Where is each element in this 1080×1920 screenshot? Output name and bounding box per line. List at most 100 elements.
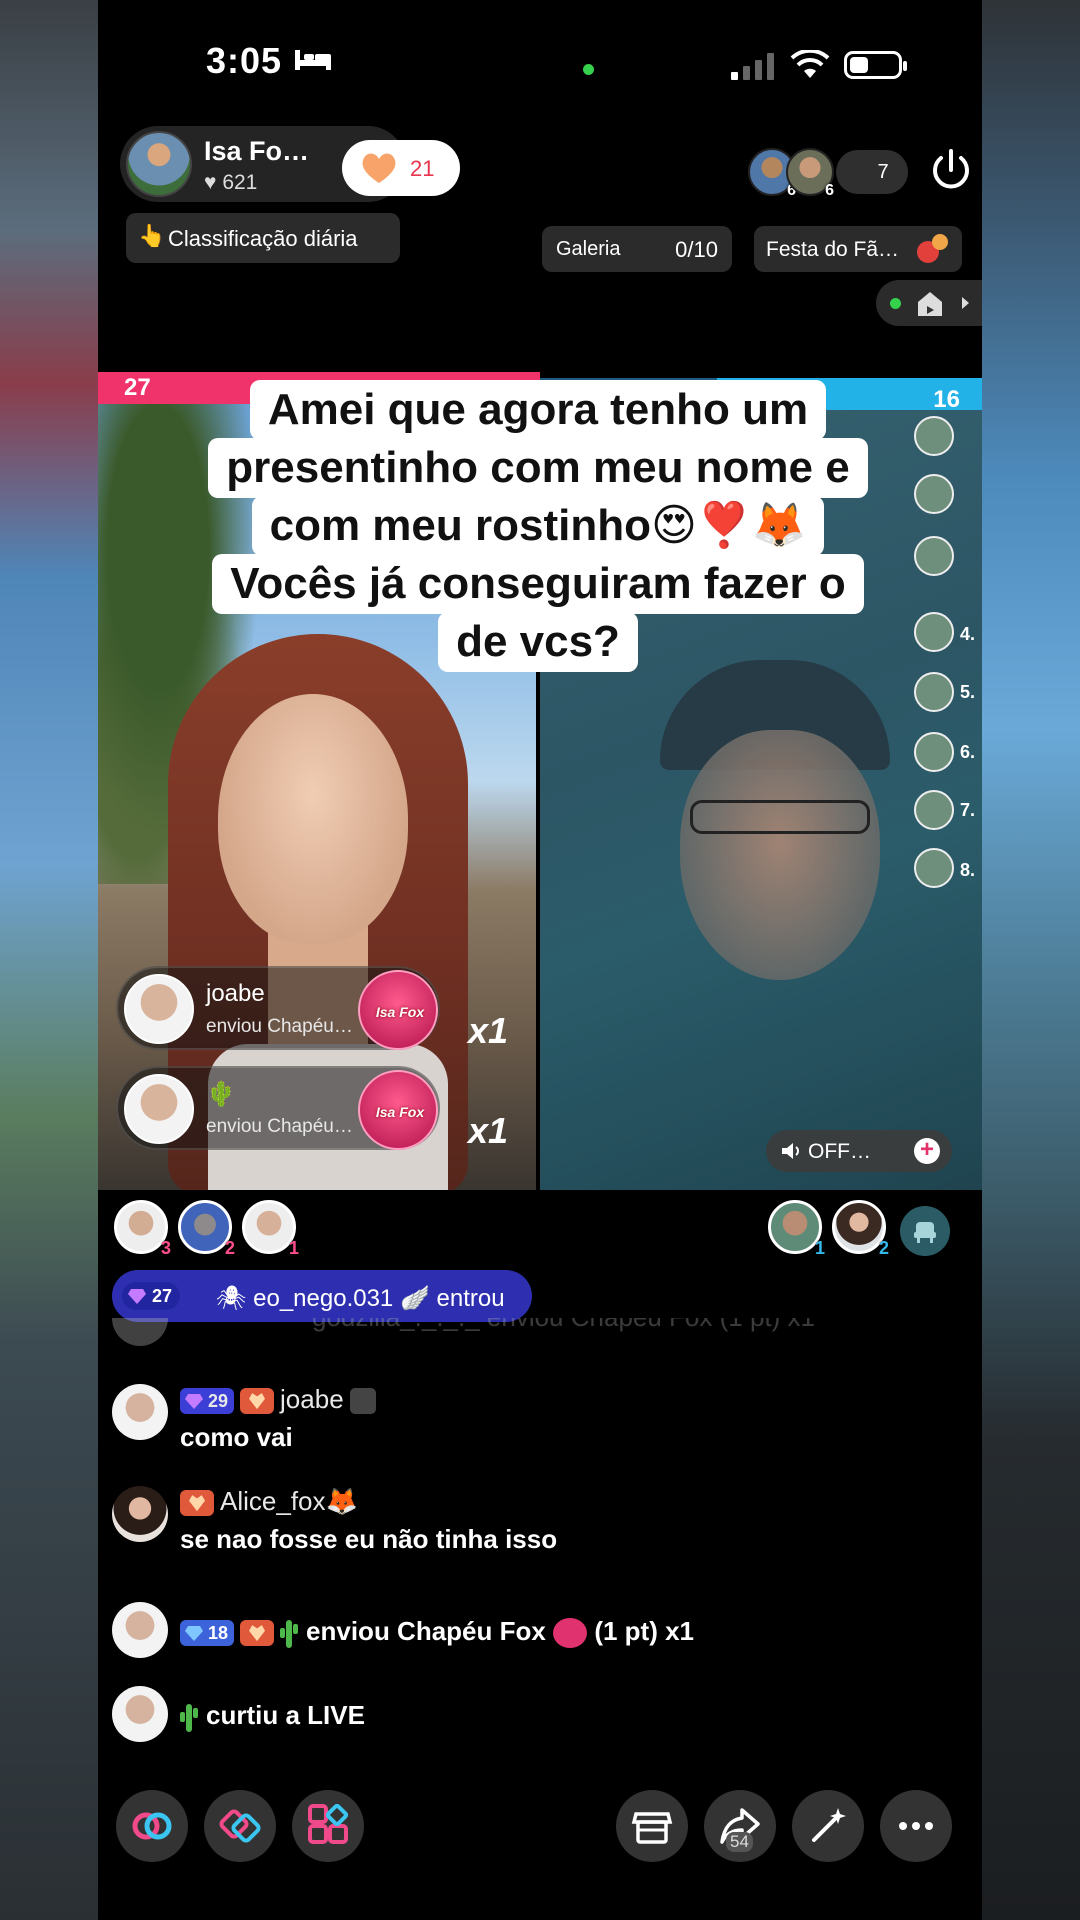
gallery-button[interactable]: Galeria 0/10 bbox=[542, 226, 732, 272]
gallery-label: Galeria bbox=[556, 238, 621, 260]
battle-button[interactable] bbox=[204, 1790, 276, 1862]
link-guest-button[interactable] bbox=[116, 1790, 188, 1862]
power-end-icon[interactable] bbox=[929, 148, 973, 194]
level-value: 29 bbox=[208, 1391, 229, 1412]
level-badge: 27 bbox=[122, 1282, 181, 1310]
chat-username[interactable]: Alice_fox🦊 bbox=[220, 1486, 358, 1516]
caption-line: Vocês já conseguiram fazer o bbox=[212, 554, 864, 614]
top-gifter-avatar[interactable]: 3 bbox=[114, 1200, 171, 1258]
rank-avatar[interactable] bbox=[914, 612, 954, 652]
gifter-name: 🌵 bbox=[206, 1081, 236, 1108]
rank-avatar[interactable] bbox=[914, 536, 954, 576]
gifter-rank: 3 bbox=[160, 1238, 171, 1258]
battery-icon bbox=[844, 51, 907, 79]
home-icon bbox=[918, 292, 942, 316]
chat-message[interactable]: 18 enviou Chapéu Fox (1 pt) x1 bbox=[112, 1602, 972, 1658]
heart-icon bbox=[362, 153, 396, 183]
more-options-button[interactable] bbox=[880, 1790, 952, 1862]
gift-notification[interactable]: joabe enviou Chapéu… Isa Fox bbox=[116, 966, 440, 1050]
daily-ranking-label: Classificação diária bbox=[168, 226, 358, 251]
gift-notification[interactable]: 🌵 enviou Chapéu… Isa Fox bbox=[116, 1066, 440, 1150]
chat-username[interactable]: joabe bbox=[280, 1384, 344, 1414]
shop-button[interactable] bbox=[616, 1790, 688, 1862]
link-icon bbox=[132, 1812, 172, 1840]
mini-controls[interactable] bbox=[876, 280, 982, 326]
fan-club-badge bbox=[180, 1490, 214, 1517]
rank-avatar[interactable] bbox=[914, 416, 954, 456]
level-value: 27 bbox=[152, 1286, 173, 1306]
top-gifter-avatar[interactable]: 1 bbox=[242, 1200, 299, 1258]
host-likes: ♥ 621 bbox=[204, 171, 258, 194]
rank-avatar[interactable] bbox=[914, 848, 954, 888]
opponent-gifter-avatar[interactable]: 2 bbox=[832, 1200, 889, 1258]
rank-avatar[interactable] bbox=[914, 732, 954, 772]
level-badge: 18 bbox=[180, 1620, 235, 1647]
gift-image-label: Isa Fox bbox=[375, 1004, 425, 1020]
chat-text: se nao fosse eu não tinha isso bbox=[180, 1524, 558, 1554]
cactus-icon bbox=[280, 1620, 299, 1649]
chat-text: curtiu a LIVE bbox=[206, 1700, 365, 1730]
rank-number: 6. bbox=[960, 742, 976, 762]
viewer-avatar[interactable]: 6 bbox=[786, 148, 834, 199]
rank-avatar[interactable] bbox=[914, 474, 954, 514]
viewer-list[interactable]: 6 6 7 bbox=[748, 146, 908, 199]
gifter-avatar[interactable] bbox=[124, 974, 194, 1044]
status-bar: 3:05 bbox=[98, 0, 982, 110]
more-features-button[interactable] bbox=[292, 1790, 364, 1862]
live-stream-screen: 3:05 Isa Fo… ♥ 621 21 👆 Classificação di… bbox=[98, 0, 982, 1920]
top-gifter-avatar[interactable]: 2 bbox=[178, 1200, 235, 1258]
chat-avatar[interactable] bbox=[112, 1486, 168, 1542]
cellular-signal-icon bbox=[731, 53, 774, 80]
moderator-icon bbox=[349, 1388, 376, 1415]
like-button-count: 21 bbox=[410, 156, 435, 181]
chat-message-faded: godzilla_._._._ enviou Chapéu Fox (1 pt)… bbox=[112, 1318, 912, 1358]
empty-seat[interactable] bbox=[900, 1206, 950, 1256]
chat-avatar[interactable] bbox=[112, 1686, 168, 1742]
daily-ranking-button[interactable]: 👆 Classificação diária bbox=[126, 213, 400, 263]
chat-header: 18 enviou Chapéu Fox (1 pt) x1 bbox=[180, 1616, 694, 1649]
host-name: Isa Fo… bbox=[204, 136, 310, 166]
rank-avatar[interactable] bbox=[914, 790, 954, 830]
gifter-avatar[interactable] bbox=[124, 1074, 194, 1144]
gifter-rank: 1 bbox=[814, 1238, 825, 1258]
host-avatar[interactable] bbox=[126, 131, 192, 197]
viewer-count[interactable]: 7 bbox=[836, 150, 908, 194]
rank-number: 7. bbox=[960, 800, 976, 820]
chat-avatar bbox=[112, 1318, 168, 1346]
speaker-icon bbox=[782, 1143, 799, 1159]
chat-message[interactable]: curtiu a LIVE bbox=[112, 1686, 972, 1742]
add-icon[interactable]: + bbox=[914, 1138, 940, 1164]
gallery-progress: 0/10 bbox=[675, 237, 718, 262]
audio-status: OFF… bbox=[808, 1140, 871, 1163]
gift-multiplier: x1 bbox=[468, 1110, 509, 1151]
opponent-gifter-avatar[interactable]: 1 bbox=[768, 1200, 825, 1258]
fan-party-button[interactable]: Festa do Fã… bbox=[754, 226, 962, 272]
gift-image-label: Isa Fox bbox=[375, 1104, 425, 1120]
blurred-background-right bbox=[982, 0, 1080, 1920]
gifter-name: joabe bbox=[206, 980, 265, 1007]
rank-avatar[interactable] bbox=[914, 672, 954, 712]
like-button[interactable]: 21 bbox=[342, 140, 460, 196]
pointing-hand-icon: 👆 bbox=[138, 223, 166, 248]
chat-avatar[interactable] bbox=[112, 1602, 168, 1658]
rank-number: 4. bbox=[960, 624, 976, 644]
effects-button[interactable] bbox=[792, 1790, 864, 1862]
chat-message[interactable]: Alice_fox🦊 se nao fosse eu não tinha iss… bbox=[112, 1486, 972, 1566]
share-button[interactable]: 54 bbox=[704, 1790, 776, 1862]
rank-number: 5. bbox=[960, 682, 976, 702]
chat-header: curtiu a LIVE bbox=[180, 1700, 365, 1733]
fan-party-label: Festa do Fã… bbox=[766, 238, 900, 261]
more-icon bbox=[899, 1822, 933, 1830]
chat-text: godzilla_._._._ enviou Chapéu Fox (1 pt)… bbox=[312, 1318, 815, 1333]
level-value: 18 bbox=[208, 1623, 229, 1644]
gift-text: enviou Chapéu… bbox=[206, 1116, 353, 1137]
camera-in-use-indicator bbox=[583, 64, 594, 75]
diamond-icon bbox=[128, 1289, 146, 1304]
rank-number: 8. bbox=[960, 860, 976, 880]
chat-message[interactable]: 29 joabe como vai bbox=[112, 1384, 972, 1464]
battle-score-right: 16 bbox=[933, 386, 960, 413]
gift-bag-icon bbox=[917, 234, 948, 263]
audio-toggle[interactable]: OFF… + bbox=[766, 1130, 952, 1172]
blurred-background-left bbox=[0, 0, 98, 1920]
chat-avatar[interactable] bbox=[112, 1384, 168, 1440]
